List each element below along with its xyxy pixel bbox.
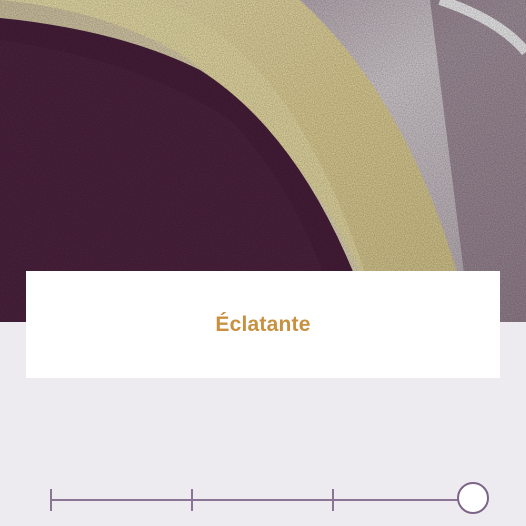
- slider-track[interactable]: [51, 499, 473, 501]
- slider-tick[interactable]: [332, 489, 334, 511]
- slider-tick[interactable]: [191, 489, 193, 511]
- slider-thumb[interactable]: [457, 482, 489, 514]
- option-label-card: Éclatante: [26, 271, 500, 378]
- screen: Éclatante: [0, 0, 526, 526]
- finish-slider[interactable]: [40, 470, 500, 526]
- slider-tick[interactable]: [50, 489, 52, 511]
- option-label: Éclatante: [215, 312, 311, 336]
